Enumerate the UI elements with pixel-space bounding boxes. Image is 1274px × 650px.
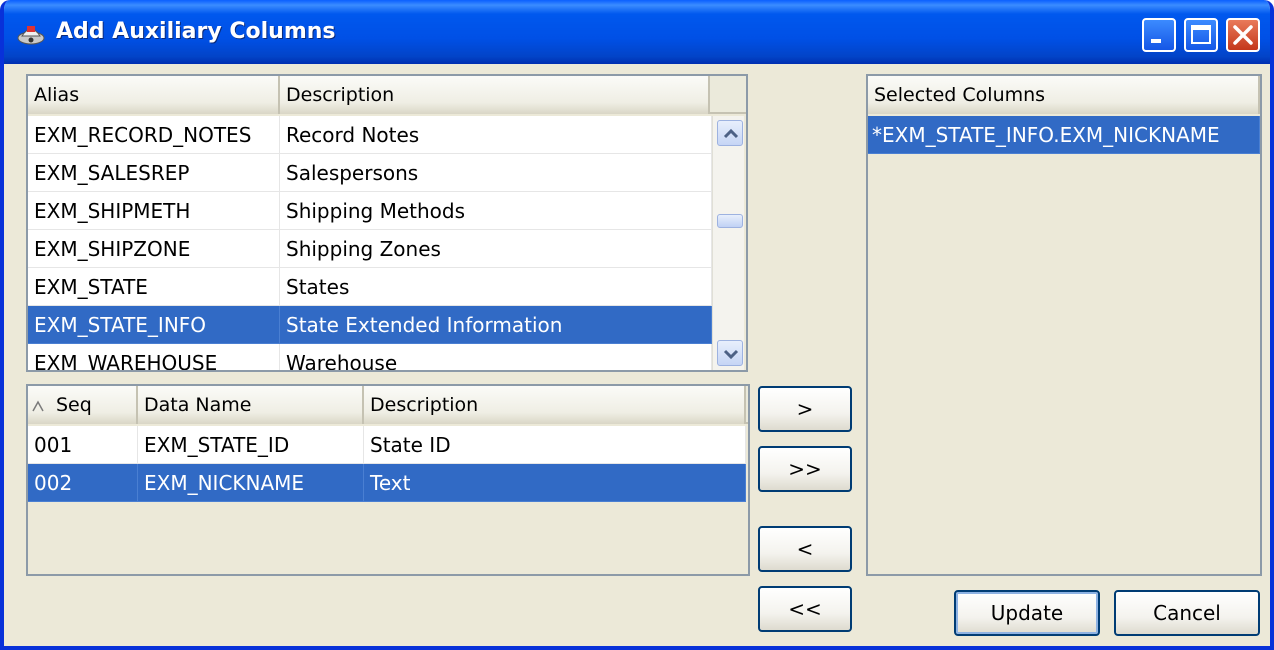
table-row[interactable]: EXM_WAREHOUSE Warehouse: [28, 344, 712, 370]
seq-cell: 002: [28, 464, 138, 502]
description-cell: States: [280, 268, 712, 306]
data-name-cell: EXM_NICKNAME: [138, 464, 364, 502]
add-one-label: >: [796, 397, 814, 421]
description-cell: Shipping Methods: [280, 192, 712, 230]
add-all-button[interactable]: >>: [758, 446, 852, 492]
remove-all-button[interactable]: <<: [758, 586, 852, 632]
selected-columns-list[interactable]: Selected Columns *EXM_STATE_INFO.EXM_NIC…: [866, 74, 1262, 576]
table-row[interactable]: EXM_RECORD_NOTES Record Notes: [28, 116, 712, 154]
alias-cell: EXM_SHIPMETH: [28, 192, 280, 230]
scroll-up-button[interactable]: [717, 120, 743, 146]
sort-ascending-icon: [32, 400, 44, 412]
description-cell: Record Notes: [280, 116, 712, 154]
add-all-label: >>: [788, 457, 822, 481]
scroll-thumb[interactable]: [717, 214, 743, 228]
description-cell: State Extended Information: [280, 306, 712, 344]
update-button[interactable]: Update: [954, 590, 1100, 636]
table-row-selected[interactable]: 002 EXM_NICKNAME Text: [28, 464, 746, 502]
columns-grid-header: Seq Data Name Description: [28, 386, 748, 424]
cancel-label: Cancel: [1153, 601, 1221, 625]
remove-one-label: <: [796, 537, 814, 561]
add-one-button[interactable]: >: [758, 386, 852, 432]
remove-all-label: <<: [788, 597, 822, 621]
alias-cell: EXM_STATE_INFO: [28, 306, 280, 344]
alias-cell: EXM_SHIPZONE: [28, 230, 280, 268]
column-header-description[interactable]: Description: [364, 386, 746, 424]
maximize-button[interactable]: [1184, 18, 1218, 52]
column-header-selected-columns[interactable]: Selected Columns: [868, 76, 1260, 114]
table-row[interactable]: EXM_SALESREP Salespersons: [28, 154, 712, 192]
maximize-icon: [1191, 25, 1211, 44]
tables-grid-header: Alias Description: [28, 76, 746, 114]
title-bar[interactable]: Add Auxiliary Columns: [4, 0, 1270, 64]
table-row-selected[interactable]: EXM_STATE_INFO State Extended Informatio…: [28, 306, 712, 344]
tables-scrollbar[interactable]: [712, 116, 744, 370]
chevron-up-icon: [723, 128, 739, 139]
minimize-button[interactable]: [1142, 18, 1176, 52]
list-item-selected[interactable]: *EXM_STATE_INFO.EXM_NICKNAME: [868, 116, 1260, 154]
seq-header-label: Seq: [56, 394, 92, 416]
scroll-down-button[interactable]: [717, 340, 743, 366]
description-cell: Warehouse: [280, 344, 712, 370]
tables-grid[interactable]: Alias Description EXM_RECORD_NOTES Recor…: [26, 74, 748, 372]
app-icon: [17, 26, 45, 45]
alias-cell: EXM_RECORD_NOTES: [28, 116, 280, 154]
alias-cell: EXM_STATE: [28, 268, 280, 306]
description-cell: State ID: [364, 426, 746, 464]
update-label: Update: [990, 601, 1064, 625]
table-row[interactable]: 001 EXM_STATE_ID State ID: [28, 426, 746, 464]
description-cell: Salespersons: [280, 154, 712, 192]
table-row[interactable]: EXM_SHIPZONE Shipping Zones: [28, 230, 712, 268]
columns-grid[interactable]: Seq Data Name Description 001 EXM_STATE_…: [26, 384, 750, 576]
seq-cell: 001: [28, 426, 138, 464]
data-name-cell: EXM_STATE_ID: [138, 426, 364, 464]
alias-cell: EXM_SALESREP: [28, 154, 280, 192]
selected-columns-header: Selected Columns: [868, 76, 1260, 114]
minimize-icon: [1151, 39, 1161, 43]
description-cell: Text: [364, 464, 746, 502]
table-row[interactable]: EXM_SHIPMETH Shipping Methods: [28, 192, 712, 230]
description-cell: Shipping Zones: [280, 230, 712, 268]
close-icon: [1233, 25, 1253, 45]
column-header-alias[interactable]: Alias: [28, 76, 280, 114]
column-header-data-name[interactable]: Data Name: [138, 386, 364, 424]
selected-column-label: *EXM_STATE_INFO.EXM_NICKNAME: [868, 116, 1260, 154]
table-row[interactable]: EXM_STATE States: [28, 268, 712, 306]
cancel-button[interactable]: Cancel: [1114, 590, 1260, 636]
close-button[interactable]: [1226, 18, 1260, 52]
column-header-description[interactable]: Description: [280, 76, 710, 114]
alias-cell: EXM_WAREHOUSE: [28, 344, 280, 370]
window-title: Add Auxiliary Columns: [56, 19, 336, 44]
column-header-seq[interactable]: Seq: [28, 386, 138, 424]
dialog-window: Add Auxiliary Columns Alias Description …: [0, 0, 1274, 650]
remove-one-button[interactable]: <: [758, 526, 852, 572]
chevron-down-icon: [723, 349, 739, 360]
